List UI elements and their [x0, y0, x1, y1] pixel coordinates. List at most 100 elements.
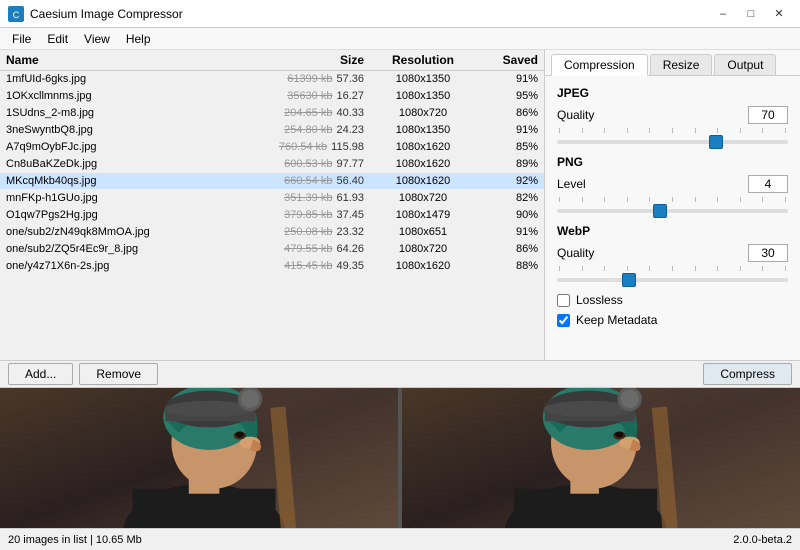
row-saved: 91% [478, 226, 538, 238]
tick [559, 266, 560, 271]
status-count: 20 images in list [8, 534, 87, 546]
tick [717, 266, 718, 271]
tabs-bar: Compression Resize Output [545, 50, 800, 76]
table-row[interactable]: one/y4z71X6n-2s.jpg415.45 kb49.351080x16… [0, 258, 544, 275]
row-resolution: 1080x1620 [368, 158, 478, 170]
tick [717, 128, 718, 133]
title-bar-left: C Caesium Image Compressor [8, 6, 183, 22]
table-row[interactable]: 1mfUId-6gks.jpg61399 kb57.361080x135091% [0, 71, 544, 88]
tick [582, 266, 583, 271]
png-level-slider[interactable] [557, 209, 788, 213]
row-size: 479.55 kb64.26 [268, 243, 368, 255]
tick [785, 128, 786, 133]
row-name: one/sub2/ZQ5r4Ec9r_8.jpg [6, 243, 268, 255]
row-size: 254.80 kb24.23 [268, 124, 368, 136]
status-bar: 20 images in list | 10.65 Mb 2.0.0-beta.… [0, 528, 800, 550]
png-slider-container [557, 197, 788, 216]
menu-edit[interactable]: Edit [39, 30, 76, 48]
tick [762, 266, 763, 271]
compression-panel: JPEG Quality [545, 76, 800, 360]
add-button[interactable]: Add... [8, 363, 73, 385]
tab-output[interactable]: Output [714, 54, 776, 75]
status-image-count: 20 images in list | 10.65 Mb [8, 534, 142, 546]
tick [762, 197, 763, 202]
row-resolution: 1080x720 [368, 107, 478, 119]
table-row[interactable]: Cn8uBaKZeDk.jpg600.53 kb97.771080x162089… [0, 156, 544, 173]
row-resolution: 1080x720 [368, 192, 478, 204]
webp-section-title: WebP [557, 224, 788, 238]
table-row[interactable]: MKcqMkb40qs.jpg660.54 kb56.401080x162092… [0, 173, 544, 190]
col-header-resolution: Resolution [368, 53, 478, 67]
tick [695, 128, 696, 133]
png-level-row: Level [557, 175, 788, 193]
row-saved: 82% [478, 192, 538, 204]
webp-quality-row: Quality [557, 244, 788, 262]
jpeg-quality-slider[interactable] [557, 140, 788, 144]
compress-button[interactable]: Compress [703, 363, 792, 385]
tick [649, 197, 650, 202]
png-section-title: PNG [557, 155, 788, 169]
keep-metadata-label[interactable]: Keep Metadata [576, 313, 657, 327]
table-header: Name Size Resolution Saved [0, 50, 544, 71]
webp-quality-input[interactable] [748, 244, 788, 262]
tick [717, 197, 718, 202]
table-row[interactable]: A7q9mOybFJc.jpg760.54 kb115.981080x16208… [0, 139, 544, 156]
webp-slider-container [557, 266, 788, 285]
row-name: MKcqMkb40qs.jpg [6, 175, 268, 187]
maximize-button[interactable]: □ [738, 4, 764, 24]
row-saved: 95% [478, 90, 538, 102]
row-name: O1qw7Pgs2Hg.jpg [6, 209, 268, 221]
table-row[interactable]: 3neSwyntbQ8.jpg254.80 kb24.231080x135091… [0, 122, 544, 139]
menu-file[interactable]: File [4, 30, 39, 48]
tab-resize[interactable]: Resize [650, 54, 713, 75]
menu-bar: File Edit View Help [0, 28, 800, 50]
table-row[interactable]: mnFKp-h1GUo.jpg351.39 kb61.931080x72082% [0, 190, 544, 207]
file-table-scroll[interactable]: 1mfUId-6gks.jpg61399 kb57.361080x135091%… [0, 71, 544, 360]
preview-left [0, 388, 398, 528]
preview-original-image [0, 388, 398, 528]
row-name: 1OKxcllmnms.jpg [6, 90, 268, 102]
row-size: 35630 kb16.27 [268, 90, 368, 102]
row-size: 61399 kb57.36 [268, 73, 368, 85]
row-saved: 91% [478, 73, 538, 85]
tab-compression[interactable]: Compression [551, 54, 648, 76]
tick [604, 128, 605, 133]
row-name: one/y4z71X6n-2s.jpg [6, 260, 268, 272]
menu-view[interactable]: View [76, 30, 118, 48]
jpeg-quality-input[interactable] [748, 106, 788, 124]
table-row[interactable]: 1OKxcllmnms.jpg35630 kb16.271080x135095% [0, 88, 544, 105]
lossless-label[interactable]: Lossless [576, 293, 623, 307]
webp-quality-slider[interactable] [557, 278, 788, 282]
minimize-button[interactable]: – [710, 4, 736, 24]
menu-help[interactable]: Help [118, 30, 159, 48]
tick [604, 266, 605, 271]
png-level-input[interactable] [748, 175, 788, 193]
row-resolution: 1080x1620 [368, 175, 478, 187]
remove-button[interactable]: Remove [79, 363, 158, 385]
tick [740, 197, 741, 202]
tick [627, 266, 628, 271]
table-row[interactable]: 1SUdns_2-m8.jpg204.65 kb40.331080x72086% [0, 105, 544, 122]
png-level-label: Level [557, 177, 586, 191]
table-row[interactable]: one/sub2/ZQ5r4Ec9r_8.jpg479.55 kb64.2610… [0, 241, 544, 258]
table-row[interactable]: one/sub2/zN49qk8MmOA.jpg250.08 kb23.3210… [0, 224, 544, 241]
tick [649, 128, 650, 133]
lossless-checkbox[interactable] [557, 294, 570, 307]
row-name: 3neSwyntbQ8.jpg [6, 124, 268, 136]
row-saved: 91% [478, 124, 538, 136]
table-row[interactable]: O1qw7Pgs2Hg.jpg379.85 kb37.451080x147990… [0, 207, 544, 224]
row-name: 1SUdns_2-m8.jpg [6, 107, 268, 119]
close-button[interactable]: ✕ [766, 4, 792, 24]
tick [582, 197, 583, 202]
row-saved: 92% [478, 175, 538, 187]
png-slider-ticks [557, 197, 788, 202]
tick [559, 197, 560, 202]
row-resolution: 1080x1350 [368, 90, 478, 102]
row-size: 660.54 kb56.40 [268, 175, 368, 187]
row-resolution: 1080x720 [368, 243, 478, 255]
keep-metadata-checkbox[interactable] [557, 314, 570, 327]
row-saved: 85% [478, 141, 538, 153]
tick [627, 128, 628, 133]
file-panel: Name Size Resolution Saved 1mfUId-6gks.j… [0, 50, 545, 360]
main-content: Name Size Resolution Saved 1mfUId-6gks.j… [0, 50, 800, 360]
